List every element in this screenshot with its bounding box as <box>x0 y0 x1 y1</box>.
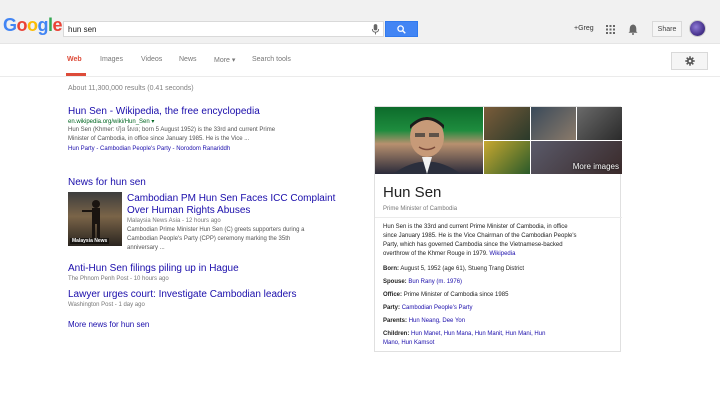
google-logo[interactable]: Google <box>3 15 63 36</box>
tab-news[interactable]: News <box>179 56 197 63</box>
news-thumbnail[interactable]: Malaysia News <box>68 192 122 246</box>
microphone-icon[interactable] <box>371 24 380 35</box>
fact-party: Party: Cambodian People's Party <box>383 304 615 313</box>
search-icon <box>397 24 406 34</box>
news-item-meta: The Phnom Penh Post - 10 hours ago <box>68 276 169 282</box>
result-stats: About 11,300,000 results (0.41 seconds) <box>68 85 194 92</box>
user-avatar[interactable] <box>689 20 706 37</box>
fact-spouse: Spouse: Bun Rany (m. 1976) <box>383 278 615 287</box>
news-snippet-line: anniversary ... <box>127 245 165 251</box>
news-item-title[interactable]: Lawyer urges court: Investigate Cambodia… <box>68 289 296 300</box>
result-snippet-line: Minister of Cambodia, in office since Ja… <box>68 136 250 142</box>
knowledge-panel-images[interactable]: More images <box>375 107 622 174</box>
image-thumbnail[interactable] <box>531 107 576 140</box>
fact-value: August 5, 1952 (age 61), Stueng Trang Di… <box>400 266 525 272</box>
fact-value[interactable]: Bun Rany (m. 1976) <box>408 279 462 285</box>
fact-value[interactable]: Hun Manet, Hun Mana, Hun Manit, Hun Mani… <box>411 331 545 337</box>
tab-search-tools[interactable]: Search tools <box>252 56 291 63</box>
entity-subtitle: Prime Minister of Cambodia <box>383 206 458 212</box>
news-item-meta: Washington Post - 1 day ago <box>68 302 145 308</box>
search-box <box>63 21 384 37</box>
share-button[interactable]: Share <box>652 21 682 37</box>
fact-children: Children: Hun Manet, Hun Mana, Hun Manit… <box>383 330 615 348</box>
image-thumbnail[interactable] <box>484 141 530 174</box>
fact-value-continued[interactable]: Mano, Hun Kamsot <box>383 340 434 346</box>
fact-parents: Parents: Hun Neang, Dee Yon <box>383 317 615 326</box>
main-portrait-image[interactable] <box>375 107 483 174</box>
result-snippet: Hun Sen (Khmer: ហ៊ុន សែន; born 5 August … <box>68 126 358 144</box>
news-item-title[interactable]: Anti-Hun Sen filings piling up in Hague <box>68 263 239 274</box>
description-line: Party, which has governed Cambodia since… <box>383 242 563 248</box>
top-bar: Google +Greg Share <box>0 0 720 44</box>
search-input[interactable] <box>68 22 358 36</box>
result-sitelinks[interactable]: Hun Party - Cambodian People's Party - N… <box>68 146 230 152</box>
fact-label: Born: <box>383 266 399 272</box>
fact-value: Prime Minister of Cambodia since 1985 <box>403 292 509 298</box>
description-line: Hun Sen is the 33rd and current Prime Mi… <box>383 224 568 230</box>
entity-name: Hun Sen <box>383 184 442 201</box>
tab-videos[interactable]: Videos <box>141 56 162 63</box>
active-tab-indicator <box>66 73 86 76</box>
gear-icon <box>684 56 695 66</box>
knowledge-panel: More images Hun Sen Prime Minister of Ca… <box>374 106 622 352</box>
notifications-bell-icon[interactable] <box>628 24 638 35</box>
apps-grid-icon[interactable] <box>606 25 615 34</box>
user-profile-link[interactable]: +Greg <box>574 25 594 32</box>
search-nav-tabs: Web Images Videos News More ▾ Search too… <box>0 45 720 77</box>
news-section-header[interactable]: News for hun sen <box>68 177 146 188</box>
fact-label: Spouse: <box>383 279 407 285</box>
fact-label: Children: <box>383 331 410 337</box>
news-item-title[interactable]: Cambodian PM Hun Sen Faces ICC Complaint <box>127 193 335 204</box>
panel-divider <box>375 217 622 218</box>
news-item-title-line2[interactable]: Over Human Rights Abuses <box>127 205 250 216</box>
result-snippet-line: Hun Sen (Khmer: ហ៊ុន សែន; born 5 August … <box>68 127 276 133</box>
settings-button[interactable] <box>671 52 708 70</box>
tab-web[interactable]: Web <box>67 56 82 63</box>
result-title-link[interactable]: Hun Sen - Wikipedia, the free encycloped… <box>68 106 260 117</box>
search-button[interactable] <box>385 21 418 37</box>
fact-born: Born: August 5, 1952 (age 61), Stueng Tr… <box>383 265 615 274</box>
image-thumbnail[interactable] <box>484 107 530 140</box>
fact-label: Office: <box>383 292 403 298</box>
entity-description: Hun Sen is the 33rd and current Prime Mi… <box>383 223 615 259</box>
news-thumbnail-source: Malaysia News <box>70 238 110 244</box>
news-snippet-line: Cambodian Prime Minister Hun Sen (C) gre… <box>127 227 305 233</box>
fact-office: Office: Prime Minister of Cambodia since… <box>383 291 615 300</box>
image-thumbnail[interactable] <box>577 107 622 140</box>
portrait-illustration <box>393 117 461 174</box>
fact-value[interactable]: Cambodian People's Party <box>402 305 473 311</box>
description-line: since January 1985. He is the Vice Chair… <box>383 233 577 239</box>
more-images-link[interactable]: More images <box>573 162 619 171</box>
fact-label: Party: <box>383 305 401 311</box>
news-item-snippet: Cambodian Prime Minister Hun Sen (C) gre… <box>127 226 362 253</box>
fact-label: Parents: <box>383 318 408 324</box>
more-news-link[interactable]: More news for hun sen <box>68 320 149 329</box>
wikipedia-link[interactable]: Wikipedia <box>489 251 515 257</box>
description-line: overthrow of the Khmer Rouge in 1979. <box>383 251 488 257</box>
tab-images[interactable]: Images <box>100 56 123 63</box>
news-snippet-line: Cambodian People's Party (CPP) ceremony … <box>127 236 291 242</box>
tab-more[interactable]: More ▾ <box>214 56 235 64</box>
fact-value[interactable]: Hun Neang, Dee Yon <box>409 318 465 324</box>
result-url[interactable]: en.wikipedia.org/wiki/Hun_Sen ▾ <box>68 118 154 125</box>
news-item-meta: Malaysia News Asia - 12 hours ago <box>127 218 221 224</box>
